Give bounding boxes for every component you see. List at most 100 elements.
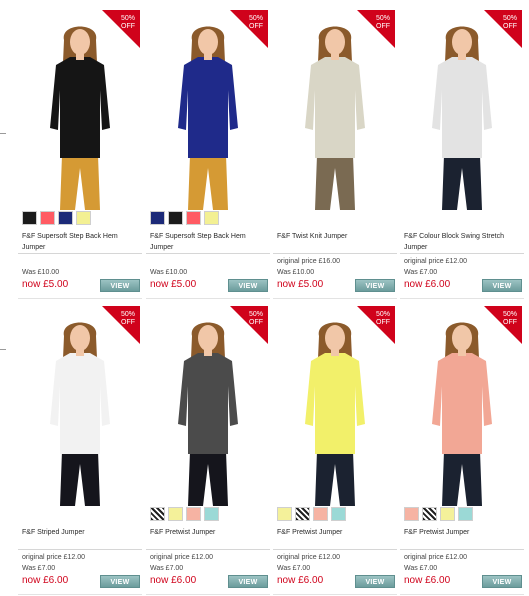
product-name[interactable]: F&F Supersoft Step Back Hem Jumper: [150, 231, 268, 253]
colour-swatch[interactable]: [168, 211, 183, 225]
view-button[interactable]: VIEW: [482, 575, 522, 588]
colour-swatch[interactable]: [204, 211, 219, 225]
product-name[interactable]: F&F Pretwist Jumper: [404, 527, 522, 538]
product-name[interactable]: F&F Pretwist Jumper: [150, 527, 268, 538]
was-price: Was £7.00: [22, 565, 56, 572]
colour-swatches: [404, 507, 473, 521]
view-button[interactable]: VIEW: [228, 575, 268, 588]
product-card[interactable]: 50% OFF F&F Twist Knit Jumper original p…: [273, 10, 397, 300]
colour-swatch[interactable]: [277, 507, 292, 521]
colour-swatches: [150, 507, 219, 521]
view-button[interactable]: VIEW: [100, 575, 140, 588]
divider: [273, 549, 397, 550]
product-name[interactable]: F&F Pretwist Jumper: [277, 527, 395, 538]
product-photo[interactable]: 50% OFF: [18, 306, 142, 506]
colour-swatch[interactable]: [313, 507, 328, 521]
bottom-rule: [400, 298, 524, 299]
original-price: original price £12.00: [277, 554, 341, 561]
product-photo[interactable]: 50% OFF: [400, 10, 524, 210]
product-card[interactable]: 50% OFF F&F Supersoft Step Back Hem Jump…: [146, 10, 270, 300]
colour-swatch[interactable]: [295, 507, 310, 521]
colour-swatch[interactable]: [186, 507, 201, 521]
divider: [18, 253, 142, 254]
svg-text:OFF: OFF: [121, 23, 135, 30]
product-photo[interactable]: 50% OFF: [146, 306, 270, 506]
was-price: Was £7.00: [404, 565, 438, 572]
svg-text:OFF: OFF: [503, 23, 517, 30]
colour-swatch[interactable]: [204, 507, 219, 521]
colour-swatch[interactable]: [440, 507, 455, 521]
was-price: Was £10.00: [277, 269, 315, 276]
product-card[interactable]: 50% OFF F&F Supersoft Step Back Hem Jump…: [18, 10, 142, 300]
bottom-rule: [18, 298, 142, 299]
colour-swatch[interactable]: [186, 211, 201, 225]
was-price: Was £7.00: [150, 565, 184, 572]
product-card[interactable]: 50% OFF F&F Pretwist Jumper original pri…: [273, 306, 397, 596]
svg-text:50%: 50%: [121, 15, 135, 22]
product-card[interactable]: 50% OFF F&F Pretwist Jumper original pri…: [400, 306, 524, 596]
product-card[interactable]: 50% OFF F&F Colour Block Swing Stretch J…: [400, 10, 524, 300]
bottom-rule: [146, 298, 270, 299]
original-price: original price £12.00: [404, 554, 468, 561]
product-photo[interactable]: 50% OFF: [273, 306, 397, 506]
now-price: now £6.00: [404, 279, 451, 290]
divider: [273, 253, 397, 254]
svg-text:OFF: OFF: [503, 319, 517, 326]
divider: [18, 549, 142, 550]
svg-text:OFF: OFF: [376, 319, 390, 326]
colour-swatch[interactable]: [150, 211, 165, 225]
product-photo[interactable]: 50% OFF: [273, 10, 397, 210]
colour-swatch[interactable]: [40, 211, 55, 225]
divider: [146, 253, 270, 254]
colour-swatch[interactable]: [58, 211, 73, 225]
product-name[interactable]: F&F Colour Block Swing Stretch Jumper: [404, 231, 522, 253]
product-photo[interactable]: 50% OFF: [146, 10, 270, 210]
svg-text:50%: 50%: [503, 311, 517, 318]
colour-swatch[interactable]: [422, 507, 437, 521]
product-photo[interactable]: 50% OFF: [400, 306, 524, 506]
now-price: now £6.00: [404, 575, 451, 586]
view-button[interactable]: VIEW: [100, 279, 140, 292]
was-price: Was £7.00: [277, 565, 311, 572]
colour-swatch[interactable]: [150, 507, 165, 521]
view-button[interactable]: VIEW: [482, 279, 522, 292]
bottom-rule: [273, 298, 397, 299]
svg-text:50%: 50%: [376, 311, 390, 318]
product-name[interactable]: F&F Twist Knit Jumper: [277, 231, 395, 242]
bottom-rule: [273, 594, 397, 595]
colour-swatch[interactable]: [404, 507, 419, 521]
divider: [400, 549, 524, 550]
product-photo[interactable]: 50% OFF: [18, 10, 142, 210]
colour-swatch[interactable]: [331, 507, 346, 521]
original-price: original price £16.00: [277, 258, 341, 265]
product-card[interactable]: 50% OFF F&F Pretwist Jumper original pri…: [146, 306, 270, 596]
svg-text:OFF: OFF: [249, 23, 263, 30]
now-price: now £6.00: [150, 575, 197, 586]
bottom-rule: [146, 594, 270, 595]
colour-swatches: [277, 507, 346, 521]
svg-text:OFF: OFF: [376, 23, 390, 30]
now-price: now £5.00: [150, 279, 197, 290]
original-price: original price £12.00: [22, 554, 86, 561]
svg-text:50%: 50%: [249, 15, 263, 22]
was-price: Was £10.00: [150, 269, 188, 276]
edge-marker: [0, 349, 6, 350]
colour-swatch[interactable]: [458, 507, 473, 521]
svg-text:OFF: OFF: [121, 319, 135, 326]
colour-swatch[interactable]: [22, 211, 37, 225]
original-price: original price £12.00: [404, 258, 468, 265]
colour-swatch[interactable]: [76, 211, 91, 225]
now-price: now £5.00: [277, 279, 324, 290]
view-button[interactable]: VIEW: [355, 575, 395, 588]
product-name[interactable]: F&F Supersoft Step Back Hem Jumper: [22, 231, 140, 253]
svg-text:50%: 50%: [503, 15, 517, 22]
colour-swatches: [22, 211, 91, 225]
svg-text:OFF: OFF: [249, 319, 263, 326]
product-name[interactable]: F&F Striped Jumper: [22, 527, 140, 538]
original-price: original price £12.00: [150, 554, 214, 561]
bottom-rule: [400, 594, 524, 595]
view-button[interactable]: VIEW: [355, 279, 395, 292]
view-button[interactable]: VIEW: [228, 279, 268, 292]
product-card[interactable]: 50% OFF F&F Striped Jumper original pric…: [18, 306, 142, 596]
colour-swatch[interactable]: [168, 507, 183, 521]
